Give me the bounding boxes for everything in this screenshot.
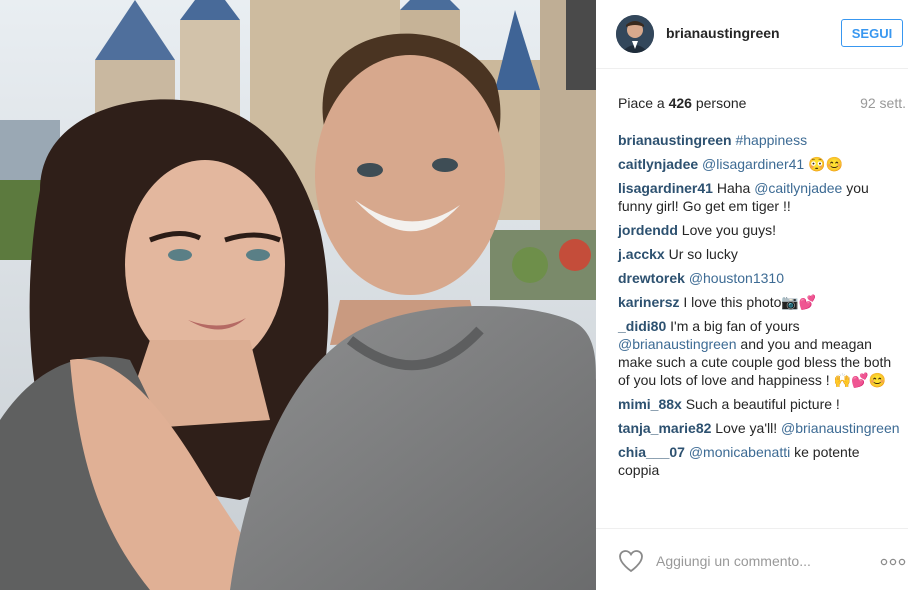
comments-list: brianaustingreen #happiness caitlynjadee… xyxy=(618,131,903,485)
comment-mention[interactable]: @monicabenatti xyxy=(689,444,790,460)
comment: karinersz I love this photo📷💕 xyxy=(618,293,903,311)
likes-count[interactable]: Piace a 426 persone xyxy=(618,95,746,111)
comment: mimi_88x Such a beautiful picture ! xyxy=(618,395,903,413)
photo-illustration xyxy=(0,0,596,590)
comment: _didi80 I'm a big fan of yours @brianaus… xyxy=(618,317,903,389)
comment-mention[interactable]: @houston1310 xyxy=(689,270,784,286)
likes-number: 426 xyxy=(668,95,692,111)
comment-username[interactable]: karinersz xyxy=(618,294,679,310)
follow-button[interactable]: SEGUI xyxy=(841,19,903,47)
post-timestamp[interactable]: 92 sett. xyxy=(860,95,906,111)
comment: drewtorek @houston1310 xyxy=(618,269,903,287)
comment-text: Love ya'll! xyxy=(711,420,782,436)
comment-mention[interactable]: @brianaustingreen xyxy=(618,336,737,352)
comment-text: Ur so lucky xyxy=(664,246,738,262)
post-sidebar: brianaustingreen SEGUI Piace a 426 perso… xyxy=(596,0,908,590)
heart-icon[interactable] xyxy=(618,549,644,573)
comment-text: Such a beautiful picture ! xyxy=(681,396,840,412)
comment-username[interactable]: drewtorek xyxy=(618,270,685,286)
comment: brianaustingreen #happiness xyxy=(618,131,903,149)
add-comment-input[interactable]: Aggiungi un commento... xyxy=(656,553,811,569)
comment: lisagardiner41 Haha @caitlynjadee you fu… xyxy=(618,179,903,215)
post-header: brianaustingreen SEGUI xyxy=(596,0,908,69)
comment-username[interactable]: j.acckx xyxy=(618,246,665,262)
comment-mention[interactable]: @lisagardiner41 xyxy=(702,156,804,172)
comment-username[interactable]: caitlynjadee xyxy=(618,156,698,172)
comment: caitlynjadee @lisagardiner41 😳😊 xyxy=(618,155,903,173)
comment: j.acckx Ur so lucky xyxy=(618,245,903,263)
comment-username[interactable]: brianaustingreen xyxy=(618,132,732,148)
comment: chia___07 @monicabenatti ke potente copp… xyxy=(618,443,903,479)
comment-username[interactable]: chia___07 xyxy=(618,444,685,460)
avatar[interactable] xyxy=(616,15,654,53)
comment-text: 😳😊 xyxy=(804,156,843,172)
comment: tanja_marie82 Love ya'll! @brianaustingr… xyxy=(618,419,903,437)
comment-username[interactable]: _didi80 xyxy=(618,318,666,334)
comment-text: Haha xyxy=(712,180,755,196)
more-options-icon[interactable] xyxy=(880,558,906,566)
comment-username[interactable]: jordendd xyxy=(618,222,678,238)
post-footer: Aggiungi un commento... xyxy=(596,528,908,591)
comment-mention[interactable]: @brianaustingreen xyxy=(781,420,900,436)
comment-text: I'm a big fan of yours xyxy=(666,318,800,334)
post-username[interactable]: brianaustingreen xyxy=(666,25,780,41)
comment-mention[interactable]: @caitlynjadee xyxy=(754,180,842,196)
comment-text: I love this photo📷💕 xyxy=(679,294,817,310)
comment: jordendd Love you guys! xyxy=(618,221,903,239)
post-photo[interactable] xyxy=(0,0,596,590)
comment-hashtag[interactable]: #happiness xyxy=(735,132,807,148)
comment-text: Love you guys! xyxy=(677,222,776,238)
likes-suffix: persone xyxy=(691,95,747,111)
comment-username[interactable]: mimi_88x xyxy=(618,396,682,412)
comment-username[interactable]: tanja_marie82 xyxy=(618,420,711,436)
comment-username[interactable]: lisagardiner41 xyxy=(618,180,713,196)
avatar-image xyxy=(616,15,654,53)
likes-prefix: Piace a xyxy=(618,95,669,111)
